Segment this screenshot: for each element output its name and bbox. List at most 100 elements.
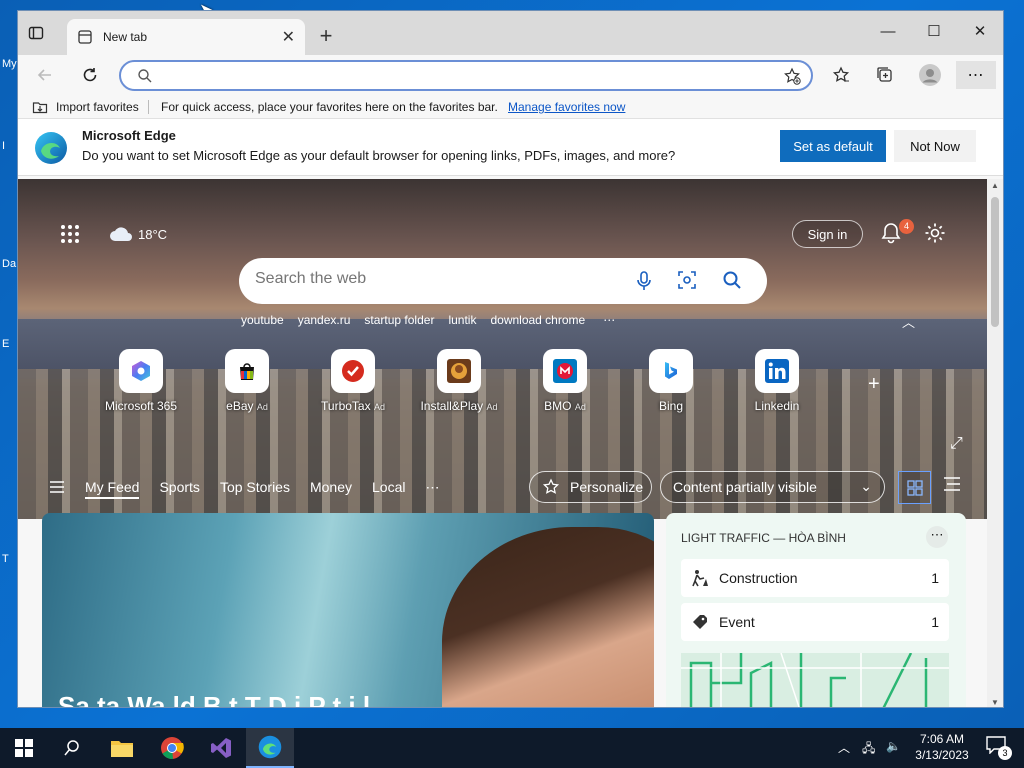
desktop-icon-label[interactable]: E <box>2 338 9 350</box>
start-button[interactable] <box>0 728 48 768</box>
trending-more-icon[interactable]: ⋯ <box>603 313 615 327</box>
feed-tab-money[interactable]: Money <box>310 479 352 499</box>
traffic-card-more-icon[interactable]: ⋯ <box>926 526 948 548</box>
edge-taskbar-button[interactable] <box>246 728 294 768</box>
web-search-box[interactable] <box>239 258 767 304</box>
feed-card-main[interactable]: Sa ta Wa ld B t T D i P t i l <box>42 513 654 708</box>
refresh-button[interactable] <box>75 61 105 89</box>
page-settings-gear-icon[interactable] <box>924 222 946 244</box>
desktop-icon-label[interactable]: Da <box>2 258 16 270</box>
traffic-row-label: Event <box>719 614 755 630</box>
trending-search-item[interactable]: download chrome <box>490 313 585 327</box>
quick-link-tile[interactable]: Bing <box>618 349 724 413</box>
quick-link-label: Install&Play <box>420 399 484 413</box>
sign-in-button[interactable]: Sign in <box>792 220 863 248</box>
desktop-icon-label[interactable]: I <box>2 140 5 152</box>
quick-link-label: BMO <box>544 399 572 413</box>
turbotax-icon <box>331 349 375 393</box>
quick-link-tile[interactable]: Install&Play Ad <box>406 349 512 413</box>
weather-widget[interactable]: 18°C <box>108 225 167 243</box>
web-search-input[interactable] <box>255 270 615 288</box>
cloud-icon <box>110 227 132 241</box>
expand-background-icon[interactable]: ⤢ <box>950 435 963 453</box>
feed-tab-my-feed[interactable]: My Feed <box>85 479 140 499</box>
feed-tab-sports[interactable]: Sports <box>159 479 199 499</box>
m365-icon <box>119 349 163 393</box>
settings-and-more-button[interactable]: ⋯ <box>956 61 996 89</box>
personalize-star-icon <box>542 478 560 494</box>
scroll-up-icon[interactable]: ▲ <box>991 181 999 190</box>
vertical-scrollbar[interactable]: ▲ ▼ <box>987 179 1003 707</box>
add-favorite-icon[interactable] <box>783 67 801 85</box>
add-quick-link-icon[interactable]: + <box>868 373 880 396</box>
trending-search-item[interactable]: luntik <box>448 313 476 327</box>
file-explorer-button[interactable] <box>98 728 146 768</box>
visual-studio-button[interactable] <box>197 728 245 768</box>
new-tab-button[interactable]: + <box>314 23 338 49</box>
desktop-icon-label[interactable]: T <box>2 553 9 565</box>
chrome-icon <box>161 737 184 760</box>
trending-search-item[interactable]: startup folder <box>364 313 434 327</box>
set-as-default-button[interactable]: Set as default <box>780 130 886 162</box>
title-bar: New tab ✕ + — ☐ ✕ <box>18 11 1003 55</box>
back-button[interactable] <box>30 61 60 89</box>
article-image <box>442 527 654 707</box>
trending-search-item[interactable]: yandex.ru <box>298 313 351 327</box>
chrome-button[interactable] <box>148 728 196 768</box>
list-layout-icon[interactable] <box>944 477 960 491</box>
traffic-row-construction[interactable]: Construction 1 <box>681 559 949 597</box>
edge-icon <box>258 735 282 759</box>
ad-label: Ad <box>256 402 268 412</box>
traffic-row-event[interactable]: Event 1 <box>681 603 949 641</box>
address-bar[interactable] <box>119 60 813 91</box>
traffic-map[interactable] <box>681 652 949 707</box>
close-window-button[interactable]: ✕ <box>957 11 1003 51</box>
feed-tabs: My Feed Sports Top Stories Money Local ⋯ <box>85 479 439 499</box>
trending-search-item[interactable]: youtube <box>241 313 284 327</box>
personalize-button[interactable]: Personalize <box>529 471 652 503</box>
scrollbar-thumb[interactable] <box>991 197 999 327</box>
minimize-button[interactable]: — <box>865 11 911 51</box>
feed-more-icon[interactable]: ⋯ <box>425 479 439 499</box>
address-input[interactable] <box>165 66 765 86</box>
traffic-row-count: 1 <box>931 570 939 586</box>
collections-button[interactable] <box>870 61 900 89</box>
not-now-button[interactable]: Not Now <box>894 130 976 162</box>
quick-link-tile[interactable]: Linkedin <box>724 349 830 413</box>
import-favorites-button[interactable]: Import favorites <box>32 99 139 115</box>
grid-layout-icon <box>906 479 923 496</box>
browser-tab[interactable]: New tab ✕ <box>67 19 305 55</box>
quick-link-tile[interactable]: TurboTax Ad <box>300 349 406 413</box>
taskbar-search-button[interactable] <box>48 728 96 768</box>
quick-link-tile[interactable]: Microsoft 365 <box>88 349 194 413</box>
desktop-icon-label[interactable]: My <box>2 58 17 70</box>
quick-link-label: Bing <box>658 399 684 413</box>
collapse-chevron-up-icon[interactable]: ︿ <box>902 312 915 331</box>
voice-search-icon[interactable] <box>635 270 653 292</box>
app-launcher-icon[interactable] <box>60 224 80 244</box>
show-hidden-icons-chevron-icon[interactable]: ︿ <box>838 739 850 756</box>
content-visibility-dropdown[interactable]: Content partially visible ⌄ <box>660 471 885 503</box>
feed-menu-icon[interactable] <box>50 481 64 493</box>
action-center-button[interactable]: 3 <box>986 736 1014 760</box>
grid-layout-button[interactable] <box>898 471 931 504</box>
quick-link-tile[interactable]: BMO Ad <box>512 349 618 413</box>
article-headline: Sa ta Wa ld B t T D i P t i l <box>58 691 371 708</box>
favorites-hint: For quick access, place your favorites h… <box>161 100 498 114</box>
search-submit-icon[interactable] <box>722 270 742 290</box>
visual-search-icon[interactable] <box>677 270 697 290</box>
quick-link-tile[interactable]: eBay Ad <box>194 349 300 413</box>
personalize-label: Personalize <box>570 479 644 495</box>
favorites-button[interactable] <box>826 61 856 89</box>
network-icon[interactable]: 🖧 <box>862 739 875 760</box>
feed-tab-local[interactable]: Local <box>372 479 405 499</box>
clock[interactable]: 7:06 AM 3/13/2023 <box>912 731 972 763</box>
maximize-button[interactable]: ☐ <box>911 11 957 51</box>
scroll-down-icon[interactable]: ▼ <box>991 698 999 707</box>
volume-icon[interactable]: 🔈 <box>886 739 901 753</box>
tab-actions-button[interactable] <box>28 25 58 49</box>
feed-tab-top-stories[interactable]: Top Stories <box>220 479 290 499</box>
tab-close-icon[interactable]: ✕ <box>282 27 295 47</box>
manage-favorites-link[interactable]: Manage favorites now <box>508 100 625 114</box>
profile-button[interactable] <box>915 61 945 89</box>
